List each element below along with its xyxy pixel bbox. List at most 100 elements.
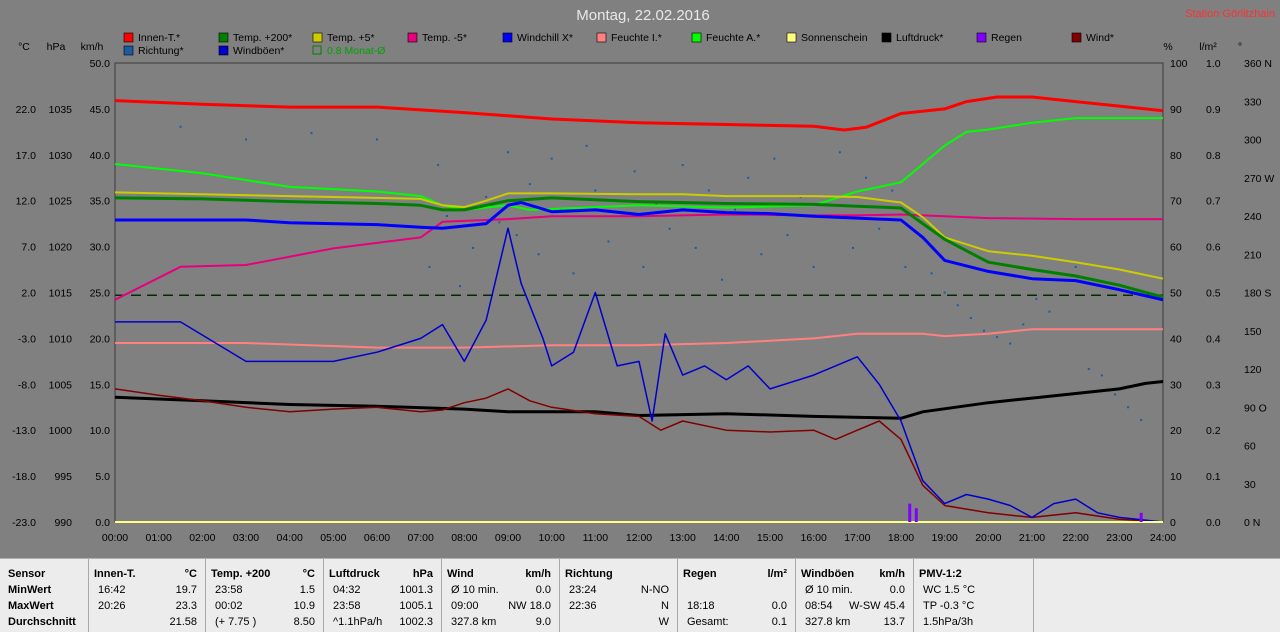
- legend-label: Temp. +5*: [327, 32, 375, 44]
- wind-axis-tick: 0.0: [95, 517, 110, 529]
- stats-avg-extra: (+ 7.75 ): [215, 616, 257, 628]
- series-line-temp200: [114, 196, 1164, 299]
- humidity-axis-tick: 60: [1170, 242, 1182, 254]
- temp-axis-tick: -3.0: [18, 333, 36, 345]
- richtung-point: [1009, 342, 1012, 345]
- stats-head: Temp. +200: [211, 568, 271, 580]
- legend-item-feuchte_i: Feuchte I.*: [596, 32, 662, 44]
- stats-max-value: W-SW 45.4: [848, 600, 905, 612]
- x-tick-label: 12:00: [626, 532, 652, 544]
- x-tick-label: 10:00: [539, 532, 565, 544]
- wind-axis-tick: 45.0: [90, 104, 111, 116]
- stats-unit: °C: [302, 568, 315, 580]
- richtung-point: [472, 246, 475, 249]
- axes: °C 22.0 17.0 12.0 7.0 2.0 -3.0 -8.0 -13.0 -18.0 -2…: [12, 41, 1274, 544]
- direction-axis-unit: °: [1238, 41, 1242, 53]
- legend-swatch: [881, 32, 892, 43]
- series-line-windboeen: [115, 227, 1164, 523]
- stats-max-value: 1005.1: [399, 600, 433, 612]
- richtung-point: [310, 132, 313, 135]
- plot-area: [114, 95, 1164, 523]
- rain-axis-tick: 0.6: [1206, 242, 1221, 254]
- legend-swatch: [1071, 32, 1082, 43]
- wind-axis-tick: 35.0: [90, 196, 111, 208]
- x-tick-label: 15:00: [757, 532, 783, 544]
- stats-avg-value: 0.1: [771, 616, 787, 628]
- richtung-point: [607, 240, 610, 243]
- richtung-point: [485, 195, 488, 198]
- temp-axis-tick: 17.0: [16, 150, 37, 162]
- richtung-point: [734, 208, 737, 211]
- stats-head: Regen: [683, 568, 717, 580]
- richtung-point: [1022, 323, 1025, 326]
- stats-max-time: 22:36: [569, 600, 597, 612]
- x-tick-label: 01:00: [146, 532, 172, 544]
- temp-axis-tick: 7.0: [21, 242, 36, 254]
- stats-table: Sensor MinWert MaxWert Durchschnitt Inne…: [0, 558, 1280, 632]
- legend-swatch: [123, 32, 134, 43]
- legend-label: Wind*: [1086, 32, 1114, 44]
- legend-item-wind: Wind*: [1071, 32, 1114, 44]
- stats-column: Regen l/m² 18:18 0.0 Gesamt: 0.1: [677, 559, 796, 632]
- stats-column: Innen-T. °C 16:42 19.7 20:26 23.3 21.58: [88, 559, 206, 632]
- legend-item-sonnenschein: Sonnenschein: [786, 32, 868, 44]
- stats-unit: km/h: [879, 568, 905, 580]
- x-tick-label: 18:00: [888, 532, 914, 544]
- richtung-point: [428, 266, 431, 268]
- temp-axis-tick: -23.0: [12, 517, 36, 529]
- richtung-point: [498, 221, 501, 224]
- humidity-axis-tick: 80: [1170, 150, 1182, 162]
- wind-axis-tick: 10.0: [90, 425, 111, 437]
- richtung-point: [812, 266, 815, 268]
- stats-max-time: 08:54: [805, 600, 833, 612]
- legend-item-luftdruck: Luftdruck*: [881, 32, 943, 44]
- legend-label: Luftdruck*: [896, 32, 943, 44]
- plot-frame: [114, 62, 1164, 523]
- wind-axis-unit: km/h: [81, 41, 104, 53]
- rain-axis-tick: 0.3: [1206, 379, 1221, 391]
- direction-axis-tick: 0 N: [1244, 517, 1260, 529]
- rain-bar: [914, 508, 918, 522]
- rain-axis-tick: 0.5: [1206, 288, 1221, 300]
- wind-axis-tick: 40.0: [90, 150, 111, 162]
- richtung-point: [668, 227, 671, 230]
- stats-column: Richtung 23:24 N-NO 22:36 N W: [559, 559, 678, 632]
- stats-min-time: Ø 10 min.: [805, 584, 853, 596]
- stats-head: Luftdruck: [329, 568, 380, 580]
- rain-axis-tick: 0.7: [1206, 196, 1221, 208]
- legend-label: Regen: [991, 32, 1022, 44]
- legend-item-innen_t: Innen-T.*: [123, 32, 180, 44]
- pressure-axis-tick: 1015: [49, 288, 73, 300]
- stats-max-value: 23.3: [175, 600, 197, 612]
- x-tick-label: 19:00: [932, 532, 958, 544]
- richtung-point: [694, 246, 697, 249]
- series-line-wind: [114, 388, 1164, 523]
- stats-head: Windböen: [801, 568, 855, 580]
- legend-label: 0.8 Monat-Ø: [327, 45, 385, 57]
- chart-title: Montag, 22.02.2016: [576, 7, 709, 24]
- x-tick-label: 04:00: [277, 532, 303, 544]
- pressure-axis-tick: 1025: [49, 196, 73, 208]
- richtung-point: [943, 291, 946, 294]
- richtung-point: [585, 144, 588, 147]
- stats-max-value: N: [661, 600, 669, 612]
- series-line-luftdruck: [114, 380, 1164, 420]
- direction-axis-tick: 30: [1244, 479, 1256, 491]
- legend-swatch: [218, 45, 229, 56]
- rain-axis-tick: 0.8: [1206, 150, 1221, 162]
- direction-axis-tick: 60: [1244, 441, 1256, 453]
- pressure-axis-tick: 990: [54, 517, 72, 529]
- stats-max-time: 20:26: [98, 600, 126, 612]
- series-line-feuchte_i: [115, 328, 1163, 349]
- legend-label: Feuchte I.*: [611, 32, 662, 44]
- stats-unit: l/m²: [767, 568, 787, 580]
- legend-label: Richtung*: [138, 45, 184, 57]
- x-tick-label: 14:00: [713, 532, 739, 544]
- stats-min-time: 16:42: [98, 584, 126, 596]
- richtung-point: [720, 278, 723, 281]
- richtung-point: [865, 176, 868, 179]
- stats-avg-value: 9.0: [535, 616, 551, 628]
- richtung-point: [1100, 374, 1103, 377]
- wind-axis-tick: 25.0: [90, 288, 111, 300]
- richtung-point: [528, 183, 531, 186]
